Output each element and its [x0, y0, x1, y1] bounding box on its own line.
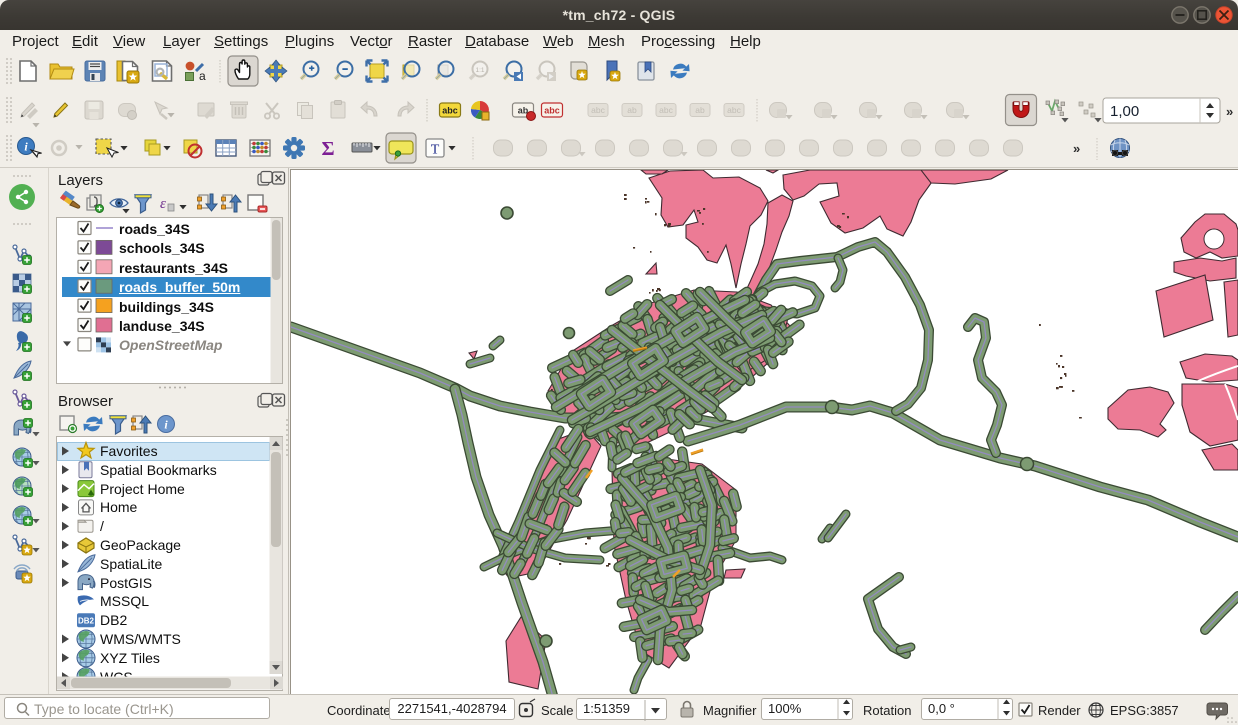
svg-text:a: a [199, 69, 206, 83]
svg-text:abc: abc [727, 105, 741, 115]
svg-text:abc: abc [442, 106, 458, 116]
svg-text:abc: abc [659, 105, 673, 115]
svg-text:ab: ab [695, 105, 705, 115]
svg-text:1:1: 1:1 [475, 67, 484, 74]
svg-text:abc: abc [591, 105, 605, 115]
svg-text:DB2: DB2 [78, 617, 95, 626]
svg-text:ab: ab [627, 105, 637, 115]
svg-text:abc: abc [544, 106, 560, 116]
svg-text:Σ: Σ [321, 138, 334, 160]
svg-text:»: » [1073, 141, 1080, 156]
svg-text:ε: ε [160, 196, 166, 212]
svg-text:»: » [1226, 104, 1233, 119]
svg-text:T: T [431, 143, 440, 158]
svg-text:1,00: 1,00 [1110, 103, 1139, 120]
